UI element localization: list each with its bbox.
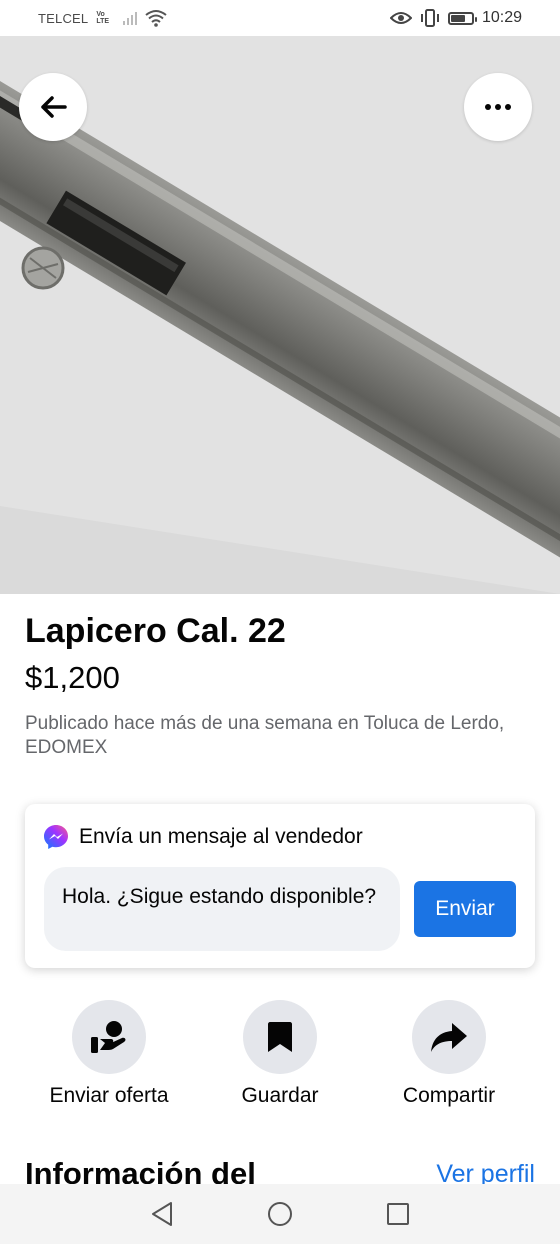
battery-icon	[447, 11, 477, 25]
share-label: Compartir	[402, 1084, 496, 1107]
carrier-label: TELCEL	[38, 10, 89, 26]
eye-icon	[389, 12, 412, 24]
share-arrow-icon	[431, 1023, 467, 1052]
bookmark-icon	[268, 1022, 292, 1052]
volte-bottom: LTE	[96, 18, 110, 25]
status-bar: TELCEL Vo LTE 10:29	[0, 0, 560, 36]
share-button-circle[interactable]	[412, 1000, 486, 1074]
arrow-left-icon	[41, 96, 67, 118]
clock: 10:29	[481, 9, 522, 26]
message-card-header: Envía un mensaje al vendedor	[43, 824, 363, 850]
message-input[interactable]: Hola. ¿Sigue estando disponible?	[44, 867, 400, 951]
circle-home-icon	[268, 1202, 292, 1226]
message-seller-card: Envía un mensaje al vendedor Hola. ¿Sigu…	[25, 804, 535, 968]
status-right: 10:29	[389, 9, 522, 27]
messenger-icon	[44, 825, 68, 849]
system-nav-bar	[0, 1184, 560, 1244]
message-card-title: Envía un mensaje al vendedor	[79, 825, 363, 848]
wifi-icon	[145, 10, 167, 27]
status-left: TELCEL Vo LTE	[38, 9, 167, 27]
send-offer-label: Enviar oferta	[49, 1084, 169, 1107]
back-button[interactable]	[19, 73, 87, 141]
product-price: $1,200	[25, 660, 120, 695]
listing-meta: Publicado hace más de una semana en Tolu…	[25, 713, 505, 758]
volte-top: Vo	[96, 11, 105, 18]
offer-hand-icon	[91, 1021, 126, 1053]
nav-home-button[interactable]	[262, 1196, 298, 1232]
send-offer-action[interactable]: Enviar oferta	[24, 1000, 194, 1108]
offer-button-circle[interactable]	[72, 1000, 146, 1074]
nav-back-button[interactable]	[144, 1196, 180, 1232]
volte-indicator: Vo LTE	[96, 11, 109, 25]
send-button[interactable]: Enviar	[414, 881, 516, 937]
product-title: Lapicero Cal. 22	[25, 612, 286, 650]
product-image[interactable]	[0, 36, 560, 594]
square-recents-icon	[387, 1203, 409, 1225]
triangle-back-icon	[152, 1202, 172, 1226]
nav-recents-button[interactable]	[380, 1196, 416, 1232]
share-action[interactable]: Compartir	[364, 1000, 534, 1108]
more-horizontal-icon	[485, 104, 511, 110]
save-action[interactable]: Guardar	[195, 1000, 365, 1108]
save-button-circle[interactable]	[243, 1000, 317, 1074]
battery-fill	[450, 14, 465, 22]
more-options-button[interactable]	[464, 73, 532, 141]
save-label: Guardar	[241, 1084, 319, 1107]
signal-icon	[123, 11, 138, 25]
vibrate-icon	[420, 9, 439, 27]
